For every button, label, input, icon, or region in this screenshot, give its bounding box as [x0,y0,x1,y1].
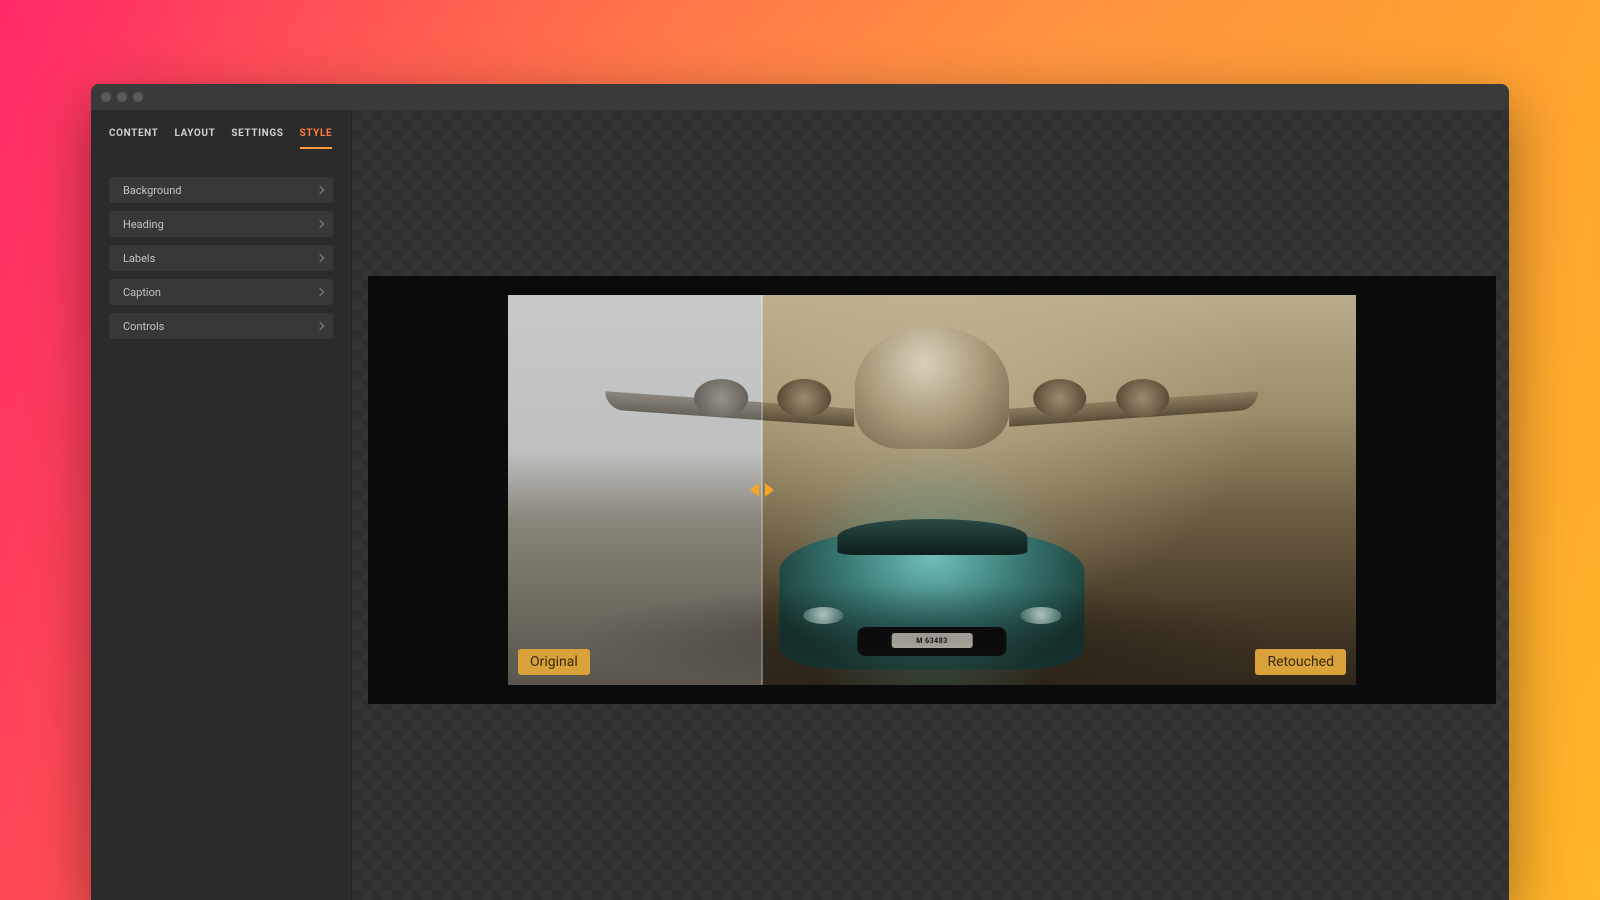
accordion-labels[interactable]: Labels [109,245,333,271]
chevron-right-icon [316,220,324,228]
compare-handle[interactable] [750,483,774,497]
accordion-label: Labels [123,252,155,265]
style-accordion: Background Heading Labels Caption Contro… [91,149,351,339]
chevron-right-icon [316,288,324,296]
window-zoom-dot[interactable] [133,92,143,102]
app-window: CONTENT LAYOUT SETTINGS STYLE Background… [91,84,1509,900]
app-body: CONTENT LAYOUT SETTINGS STYLE Background… [91,110,1509,900]
sidebar: CONTENT LAYOUT SETTINGS STYLE Background… [91,110,352,900]
chevron-right-icon [316,322,324,330]
tab-content[interactable]: CONTENT [109,128,158,149]
window-close-dot[interactable] [101,92,111,102]
arrow-right-icon [765,483,774,497]
license-plate: M 63483 [891,633,972,648]
accordion-label: Heading [123,218,164,231]
arrow-left-icon [750,483,759,497]
image-compare-block: M 63483 [368,276,1496,704]
window-titlebar [91,84,1509,110]
sidebar-tabs: CONTENT LAYOUT SETTINGS STYLE [91,110,351,149]
after-label: Retouched [1255,649,1346,675]
window-minimize-dot[interactable] [117,92,127,102]
chevron-right-icon [316,254,324,262]
tab-layout[interactable]: LAYOUT [174,128,215,149]
compare-divider[interactable] [761,295,763,685]
accordion-caption[interactable]: Caption [109,279,333,305]
preview-canvas[interactable]: M 63483 [352,110,1509,900]
accordion-background[interactable]: Background [109,177,333,203]
before-label: Original [518,649,590,675]
chevron-right-icon [316,186,324,194]
accordion-heading[interactable]: Heading [109,211,333,237]
tab-settings[interactable]: SETTINGS [231,128,283,149]
accordion-label: Caption [123,286,161,299]
image-compare[interactable]: M 63483 [508,295,1356,685]
tab-style[interactable]: STYLE [300,128,333,149]
accordion-controls[interactable]: Controls [109,313,333,339]
car-graphic: M 63483 [762,506,1101,670]
accordion-label: Controls [123,320,164,333]
accordion-label: Background [123,184,181,197]
